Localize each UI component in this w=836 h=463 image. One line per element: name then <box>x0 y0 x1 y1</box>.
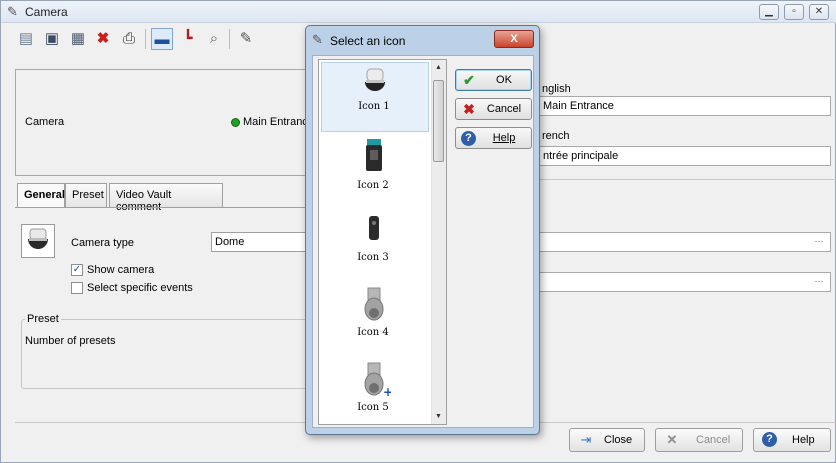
help-icon: ? <box>461 131 476 146</box>
cancel-x-icon: ✕ <box>666 432 678 447</box>
camera-name-value: Main Entrance <box>243 116 314 128</box>
show-camera-label: Show camera <box>87 264 155 276</box>
camera-label: Camera <box>25 116 65 128</box>
help-button-label: Help <box>492 132 516 144</box>
ptz-camera-add-icon: + <box>364 362 391 398</box>
camera-type-select[interactable]: Dome <box>211 232 309 252</box>
dialog-cancel-button[interactable]: ✖ Cancel <box>455 98 532 120</box>
tab-preset[interactable]: Preset <box>65 183 107 207</box>
icon-item-4[interactable]: Icon 4 <box>321 285 429 355</box>
box-camera-icon <box>366 139 382 171</box>
select-events-label: Select specific events <box>87 282 193 294</box>
help-button[interactable]: ? Help <box>753 428 831 452</box>
new-icon[interactable]: ▤ <box>15 28 37 50</box>
dome-camera-icon <box>365 68 385 91</box>
window-titlebar: ✎ Camera ▁ ▫ ✕ <box>1 1 836 23</box>
icon-item-label: Icon 1 <box>358 101 390 112</box>
ok-button-label: OK <box>496 74 512 86</box>
close-icon: X <box>510 33 518 45</box>
cancel-button[interactable]: ✕ Cancel <box>655 428 743 452</box>
dialog-body: Icon 1 Icon 2 Icon 3 Icon 4 Icon 5 ▲ ▼ ✔… <box>312 55 534 428</box>
scroll-down-icon[interactable]: ▼ <box>431 409 446 424</box>
icon-list[interactable]: Icon 1 Icon 2 Icon 3 Icon 4 Icon 5 ▲ ▼ <box>318 59 447 425</box>
svg-text:+: + <box>383 385 391 398</box>
help-icon: ? <box>762 432 777 447</box>
tab-general[interactable]: General <box>17 183 65 208</box>
ptz-camera-icon <box>364 287 384 321</box>
french-name-field[interactable]: ntrée principale <box>538 146 831 166</box>
unit-field[interactable]: ⋯ <box>538 232 831 252</box>
icon-item-label: Icon 3 <box>357 252 389 263</box>
tree-icon[interactable]: ┗ <box>177 28 199 50</box>
tab-label: Preset <box>72 189 104 201</box>
secondary-unit-field[interactable]: ⋯ <box>538 272 831 292</box>
browse-icon[interactable]: ⋯ <box>812 235 826 249</box>
english-name-field[interactable]: Main Entrance <box>538 96 831 116</box>
camera-type-value: Dome <box>215 236 245 248</box>
scroll-up-icon[interactable]: ▲ <box>431 60 446 75</box>
camera-tool-icon[interactable]: ✎ <box>235 28 257 50</box>
print-icon[interactable]: ⎙ <box>118 28 140 50</box>
icon-item-3[interactable]: Icon 3 <box>321 210 429 280</box>
dialog-title: Select an icon <box>330 34 406 48</box>
show-camera-checkbox[interactable]: ✓ <box>71 264 83 276</box>
cancel-button-label: Cancel <box>696 434 731 446</box>
icon-item-label: Icon 4 <box>357 327 389 338</box>
preset-group-title: Preset <box>25 313 61 325</box>
copy-icon[interactable]: ▦ <box>67 28 89 50</box>
tab-video-vault-comment[interactable]: Video Vault comment <box>109 183 223 213</box>
close-button[interactable]: ⇥ Close <box>569 428 645 452</box>
preset-groupbox <box>21 319 311 389</box>
icon-item-2[interactable]: Icon 2 <box>321 136 429 206</box>
toolbar-separator <box>145 29 146 49</box>
search-icon[interactable]: ⌕ <box>203 28 225 50</box>
camera-type-label: Camera type <box>71 237 134 249</box>
cancel-x-icon: ✖ <box>463 101 475 117</box>
link-icon[interactable]: ▬ <box>151 28 173 50</box>
window-title: Camera <box>25 5 68 19</box>
toolbar-separator <box>229 29 230 49</box>
number-of-presets-label: Number of presets <box>25 335 116 347</box>
icon-item-label: Icon 5 <box>357 402 389 413</box>
icon-item-5[interactable]: + Icon 5 <box>321 360 429 424</box>
english-name-value: Main Entrance <box>543 100 614 112</box>
dialog-help-button[interactable]: ? Help <box>455 127 532 149</box>
cancel-button-label: Cancel <box>486 103 522 115</box>
minimize-button[interactable]: ▁ <box>759 4 779 20</box>
icon-item-label: Icon 2 <box>357 180 389 191</box>
save-icon[interactable]: ▣ <box>41 28 63 50</box>
status-online-icon <box>231 118 240 127</box>
scrollbar-thumb[interactable] <box>433 80 444 162</box>
dialog-ok-button[interactable]: ✔ OK <box>455 69 532 91</box>
browse-icon[interactable]: ⋯ <box>812 275 826 289</box>
camera-app-icon: ✎ <box>7 4 18 19</box>
dome-camera-icon <box>28 228 48 249</box>
help-button-label: Help <box>792 434 815 446</box>
tab-label: General <box>24 189 65 201</box>
camera-type-icon-button[interactable] <box>21 224 55 258</box>
close-button-label: Close <box>604 434 633 446</box>
close-window-button[interactable]: ✕ <box>809 4 829 20</box>
english-label: nglish <box>542 83 571 95</box>
checkmark-icon: ✔ <box>463 72 475 88</box>
dialog-app-icon: ✎ <box>312 32 323 47</box>
select-events-checkbox[interactable] <box>71 282 83 294</box>
exit-door-icon: ⇥ <box>580 432 592 447</box>
french-label: rench <box>542 130 570 142</box>
icon-item-1[interactable]: Icon 1 <box>321 62 429 132</box>
bullet-camera-icon <box>369 216 379 240</box>
maximize-button[interactable]: ▫ <box>784 4 804 20</box>
dialog-close-button[interactable]: X <box>494 30 534 48</box>
toolbar: ▤ ▣ ▦ ✖ ⎙ ▬ ┗ ⌕ ✎ <box>15 25 285 53</box>
select-icon-dialog: ✎ Select an icon X Icon 1 Icon 2 Icon 3 … <box>305 25 540 435</box>
delete-icon[interactable]: ✖ <box>92 28 114 50</box>
divider <box>538 179 836 180</box>
french-name-value: ntrée principale <box>543 150 619 162</box>
